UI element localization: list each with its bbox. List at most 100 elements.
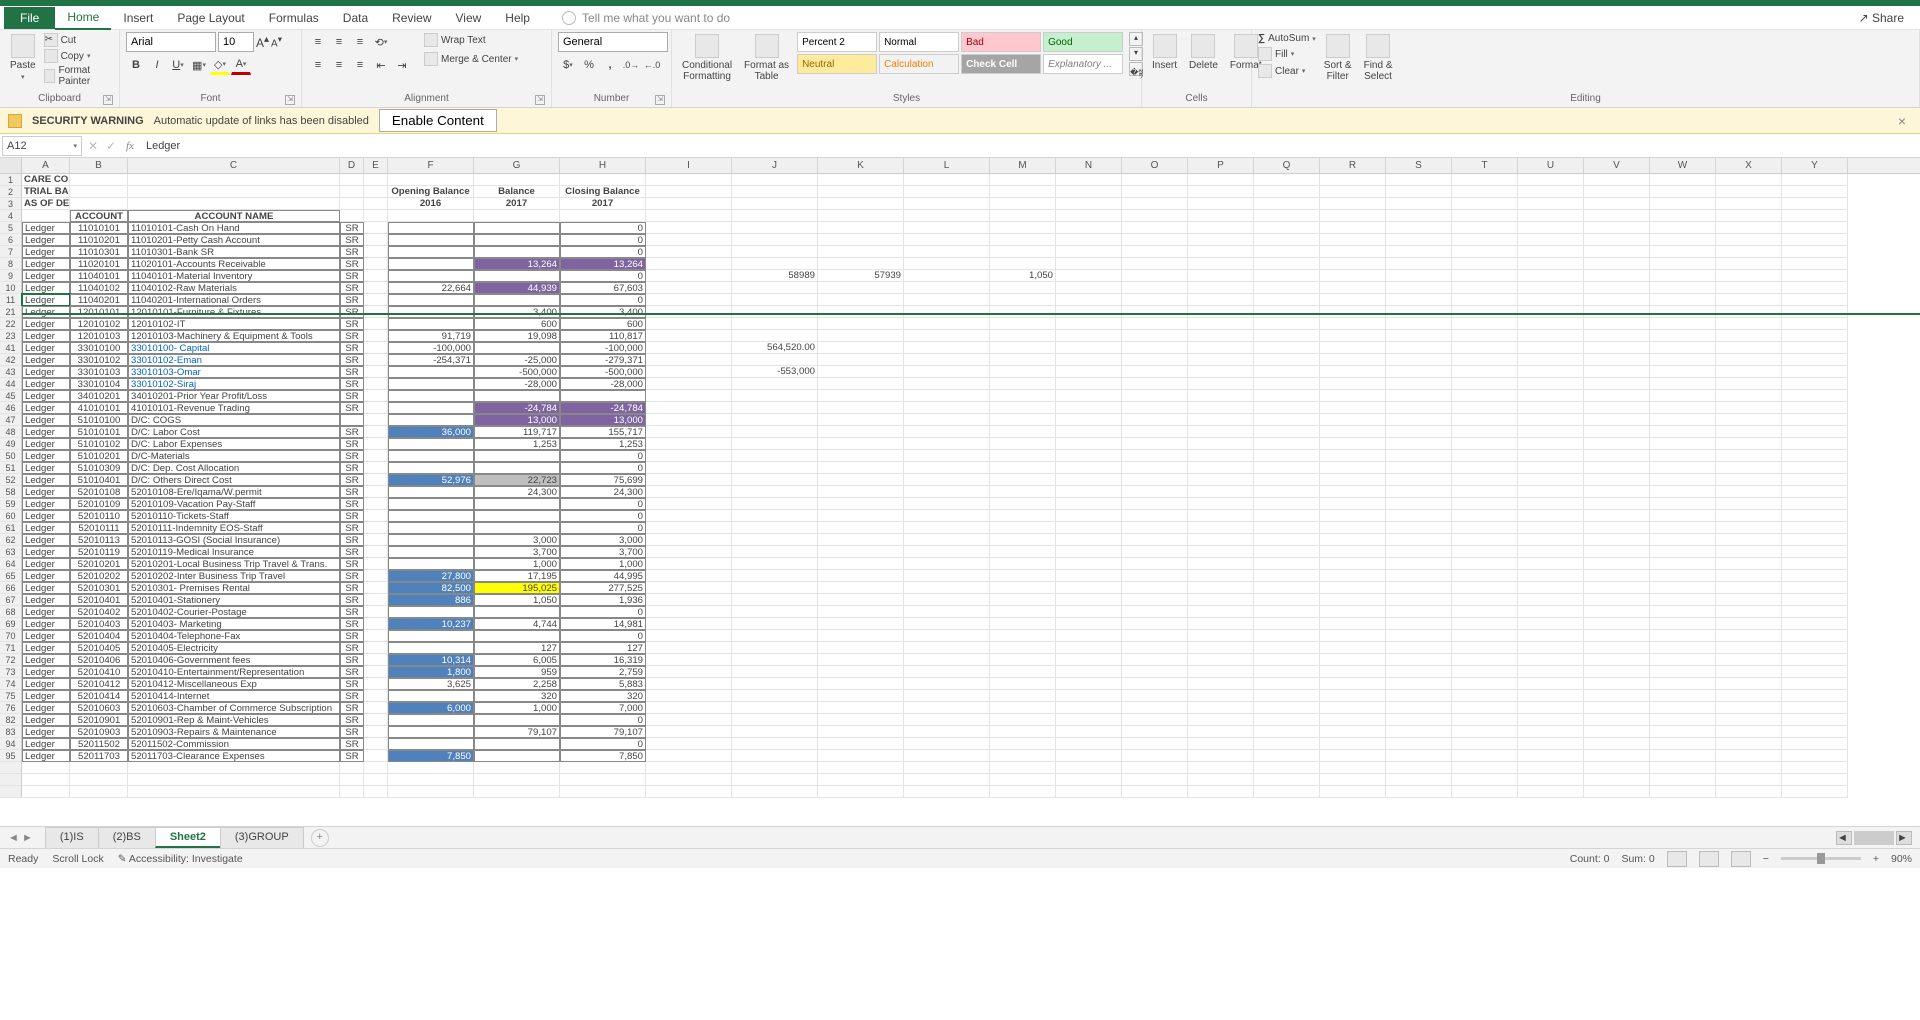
cell[interactable] (364, 738, 388, 750)
cell[interactable] (1518, 666, 1584, 678)
cell[interactable]: -100,000 (388, 342, 474, 354)
cell[interactable] (1452, 582, 1518, 594)
cell[interactable]: 1,050 (990, 270, 1056, 282)
cell[interactable] (646, 546, 732, 558)
cell[interactable] (364, 282, 388, 294)
cell[interactable] (1782, 318, 1848, 330)
cell[interactable] (904, 582, 990, 594)
cell[interactable]: 52010401 (70, 594, 128, 606)
cell[interactable] (1254, 258, 1320, 270)
cell[interactable] (818, 246, 904, 258)
row-header[interactable]: 2 (0, 186, 22, 198)
cell[interactable] (474, 246, 560, 258)
cell[interactable]: 12010101 (70, 306, 128, 318)
cell[interactable]: 7,850 (388, 750, 474, 762)
cell[interactable] (1452, 750, 1518, 762)
cell[interactable] (1650, 558, 1716, 570)
cell[interactable] (1122, 738, 1188, 750)
cell[interactable] (990, 558, 1056, 570)
cell[interactable]: 11010201 (70, 234, 128, 246)
cell[interactable]: SR (340, 462, 364, 474)
cell[interactable] (1650, 450, 1716, 462)
cell[interactable]: 52011502 (70, 738, 128, 750)
cell[interactable]: SR (340, 270, 364, 282)
row-header[interactable]: 52 (0, 474, 22, 486)
cell[interactable] (1386, 282, 1452, 294)
cell[interactable] (732, 630, 818, 642)
cell[interactable] (1254, 570, 1320, 582)
row-header[interactable]: 69 (0, 618, 22, 630)
cell[interactable] (990, 426, 1056, 438)
col-header-R[interactable]: R (1320, 158, 1386, 173)
cell[interactable] (1650, 522, 1716, 534)
cell[interactable]: SR (340, 726, 364, 738)
cell[interactable] (1254, 234, 1320, 246)
cell[interactable] (990, 450, 1056, 462)
row-header[interactable]: 62 (0, 534, 22, 546)
cell[interactable]: 0 (560, 270, 646, 282)
cell[interactable] (1782, 486, 1848, 498)
cell[interactable]: 11010101-Cash On Hand (128, 222, 340, 234)
cell[interactable] (364, 726, 388, 738)
cell[interactable] (1320, 618, 1386, 630)
cell[interactable] (1122, 654, 1188, 666)
cell[interactable] (1584, 330, 1650, 342)
cell[interactable] (364, 786, 388, 798)
cell[interactable]: Ledger (22, 522, 70, 534)
cell[interactable] (1320, 342, 1386, 354)
enter-formula-button[interactable]: ✓ (102, 137, 120, 155)
cell[interactable]: 52,976 (388, 474, 474, 486)
col-header-I[interactable]: I (646, 158, 732, 173)
cell[interactable] (1650, 570, 1716, 582)
cell[interactable] (904, 618, 990, 630)
cell[interactable] (1716, 762, 1782, 774)
col-header-D[interactable]: D (340, 158, 364, 173)
cell[interactable] (1584, 390, 1650, 402)
cell[interactable] (732, 654, 818, 666)
cell[interactable] (990, 534, 1056, 546)
cell[interactable]: 52010406-Government fees (128, 654, 340, 666)
cell[interactable] (1518, 570, 1584, 582)
cell[interactable] (732, 210, 818, 222)
row-header[interactable] (0, 786, 22, 798)
cell[interactable] (1650, 366, 1716, 378)
cell[interactable] (1716, 462, 1782, 474)
cell[interactable] (1584, 294, 1650, 306)
style-percent-2[interactable]: Percent 2 (797, 32, 877, 52)
cell[interactable]: 52010402 (70, 606, 128, 618)
row-header[interactable]: 1 (0, 174, 22, 186)
cell[interactable] (1056, 258, 1122, 270)
cell[interactable] (1122, 354, 1188, 366)
cell[interactable]: SR (340, 246, 364, 258)
cell[interactable]: SR (340, 738, 364, 750)
cell[interactable]: SR (340, 618, 364, 630)
cell[interactable] (1188, 414, 1254, 426)
cell[interactable] (1716, 606, 1782, 618)
cell[interactable] (1188, 666, 1254, 678)
cell[interactable] (1056, 546, 1122, 558)
cell[interactable] (364, 678, 388, 690)
cell[interactable] (1452, 294, 1518, 306)
cell[interactable] (1188, 174, 1254, 186)
cell[interactable]: 79,107 (560, 726, 646, 738)
cell[interactable] (388, 402, 474, 414)
cell[interactable]: CARE CO. LTD. (22, 174, 70, 186)
cell[interactable] (1452, 234, 1518, 246)
cell[interactable] (732, 774, 818, 786)
cell[interactable] (1584, 366, 1650, 378)
cell[interactable]: 11040201 (70, 294, 128, 306)
cell[interactable] (388, 606, 474, 618)
cell[interactable] (1122, 294, 1188, 306)
cell[interactable]: SR (340, 750, 364, 762)
cell[interactable] (1320, 198, 1386, 210)
cell[interactable] (1056, 534, 1122, 546)
cell[interactable] (1650, 774, 1716, 786)
cell[interactable]: -24,784 (474, 402, 560, 414)
row-header[interactable]: 21 (0, 306, 22, 318)
cell[interactable] (1716, 486, 1782, 498)
cell[interactable] (732, 390, 818, 402)
cell[interactable] (1650, 246, 1716, 258)
cell[interactable] (388, 390, 474, 402)
cell[interactable] (1056, 318, 1122, 330)
cell[interactable]: 52010903-Repairs & Maintenance (128, 726, 340, 738)
